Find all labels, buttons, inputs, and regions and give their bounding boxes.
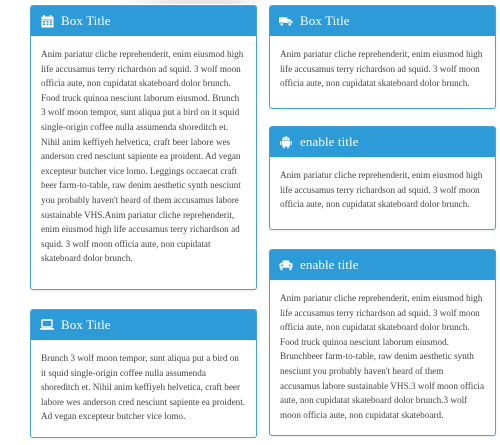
box-title: enable title xyxy=(300,134,359,149)
box-body-text: Brunch 3 wolf moon tempor, sunt aliqua p… xyxy=(41,353,246,422)
box-body-text: Anim pariatur cliche reprehenderit, enim… xyxy=(41,49,244,264)
box-header: enable title xyxy=(270,250,495,280)
box-car: enable title Anim pariatur cliche repreh… xyxy=(269,249,496,436)
box-title: enable title xyxy=(300,257,359,272)
car-icon xyxy=(279,258,293,272)
box-calendar: Box Title Anim pariatur cliche reprehend… xyxy=(30,5,257,290)
box-android: enable title Anim pariatur cliche repreh… xyxy=(269,126,496,230)
box-header: enable title xyxy=(270,127,495,157)
box-title: Box Title xyxy=(61,13,111,28)
box-title: Box Title xyxy=(300,13,350,28)
box-truck: Box Title Anim pariatur cliche reprehend… xyxy=(269,5,496,109)
box-title: Box Title xyxy=(61,317,111,332)
box-body-text: Anim pariatur cliche reprehenderit, enim… xyxy=(280,49,483,89)
box-header: Box Title xyxy=(270,6,495,36)
android-icon xyxy=(279,135,293,149)
box-header: Box Title xyxy=(31,310,256,340)
top-shadow-divider xyxy=(120,0,270,4)
box-laptop: Box Title Brunch 3 wolf moon tempor, sun… xyxy=(30,309,257,438)
truck-icon xyxy=(279,14,293,28)
calendar-icon xyxy=(40,14,54,28)
box-header: Box Title xyxy=(31,6,256,36)
box-body-text: Anim pariatur cliche reprehenderit, enim… xyxy=(280,170,483,210)
box-body-text: Anim pariatur cliche reprehenderit, enim… xyxy=(280,293,485,420)
laptop-icon xyxy=(40,318,54,332)
